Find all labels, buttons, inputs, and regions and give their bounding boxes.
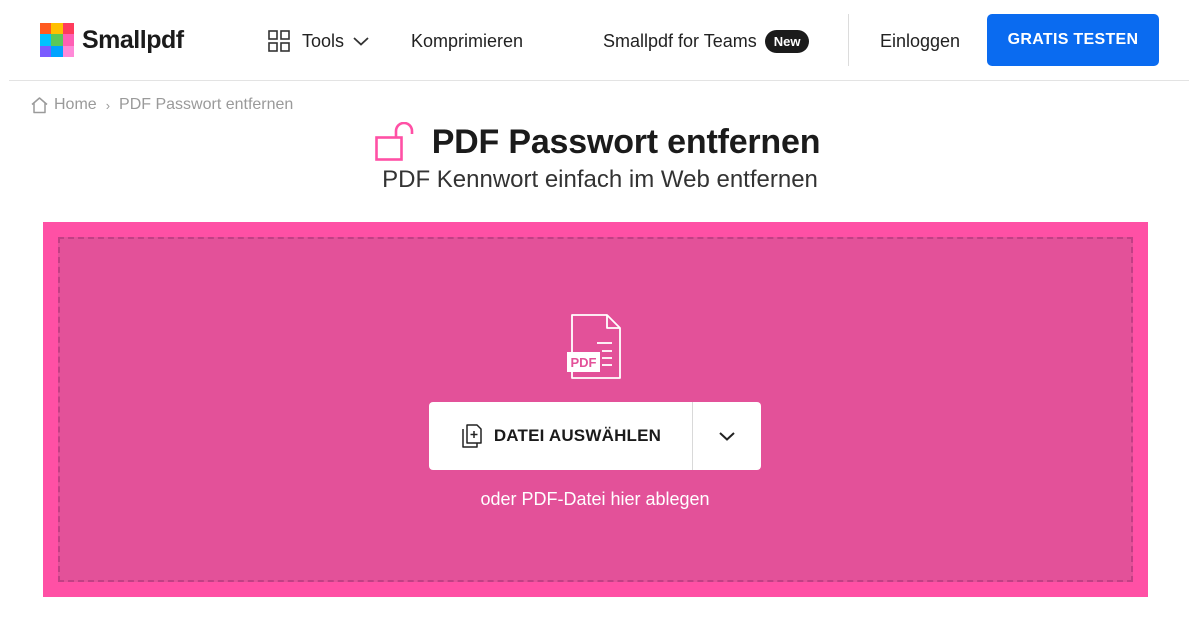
nav-link-compress[interactable]: Komprimieren — [411, 28, 523, 54]
add-file-icon — [462, 424, 482, 448]
logo-tile — [51, 45, 63, 57]
nav-link-teams-label: Smallpdf for Teams — [603, 31, 757, 51]
logo-text: Smallpdf — [82, 25, 184, 54]
breadcrumb-separator: › — [105, 97, 111, 113]
smallpdf-logo-icon — [40, 23, 74, 57]
logo-tile — [62, 34, 74, 46]
logo-tile — [51, 23, 63, 35]
pdf-file-icon-label: PDF — [571, 355, 597, 370]
nav-link-teams[interactable]: Smallpdf for Teams New — [603, 28, 810, 54]
breadcrumb-home[interactable]: Home — [30, 96, 97, 114]
logo-tile — [40, 45, 52, 57]
header-divider — [848, 14, 849, 66]
nav-tools-label: Tools — [302, 30, 345, 51]
home-icon — [31, 97, 48, 114]
drop-hint: oder PDF-Datei hier ablegen — [480, 489, 710, 509]
page-title-row: PDF Passwort entfernen — [0, 118, 1200, 166]
logo-tile — [40, 23, 52, 35]
new-badge: New — [764, 30, 810, 53]
choose-file-label: DATEI AUSWÄHLEN — [493, 426, 662, 445]
logo-tile — [51, 34, 63, 46]
grid-icon — [268, 30, 290, 52]
login-link[interactable]: Einloggen — [880, 28, 960, 54]
breadcrumb-home-label: Home — [54, 96, 97, 113]
logo-tile — [62, 23, 74, 35]
chevron-down-icon — [719, 432, 735, 441]
breadcrumb-current[interactable]: PDF Passwort entfernen — [119, 96, 293, 114]
logo-tile — [40, 34, 52, 46]
chevron-down-icon — [353, 37, 369, 46]
free-trial-button[interactable]: GRATIS TESTEN — [987, 14, 1159, 66]
smallpdf-logo[interactable]: Smallpdf — [40, 22, 184, 58]
upload-options-button[interactable] — [693, 402, 761, 470]
unlock-icon — [374, 122, 414, 161]
pdf-file-icon: PDF — [567, 314, 621, 379]
header-bottom-border — [9, 80, 1189, 81]
nav-tools-menu[interactable]: Tools — [268, 28, 370, 54]
page-subtitle: PDF Kennwort einfach im Web entfernen — [382, 166, 818, 193]
choose-file-button-group: DATEI AUSWÄHLEN — [429, 402, 761, 470]
header: Smallpdf Tools Komprimieren Smallpdf for… — [0, 0, 1200, 80]
logo-tile — [62, 45, 74, 57]
breadcrumb: Home › PDF Passwort entfernen — [30, 94, 293, 116]
choose-file-button[interactable]: DATEI AUSWÄHLEN — [429, 402, 692, 470]
page-title: PDF Passwort entfernen — [431, 122, 821, 161]
